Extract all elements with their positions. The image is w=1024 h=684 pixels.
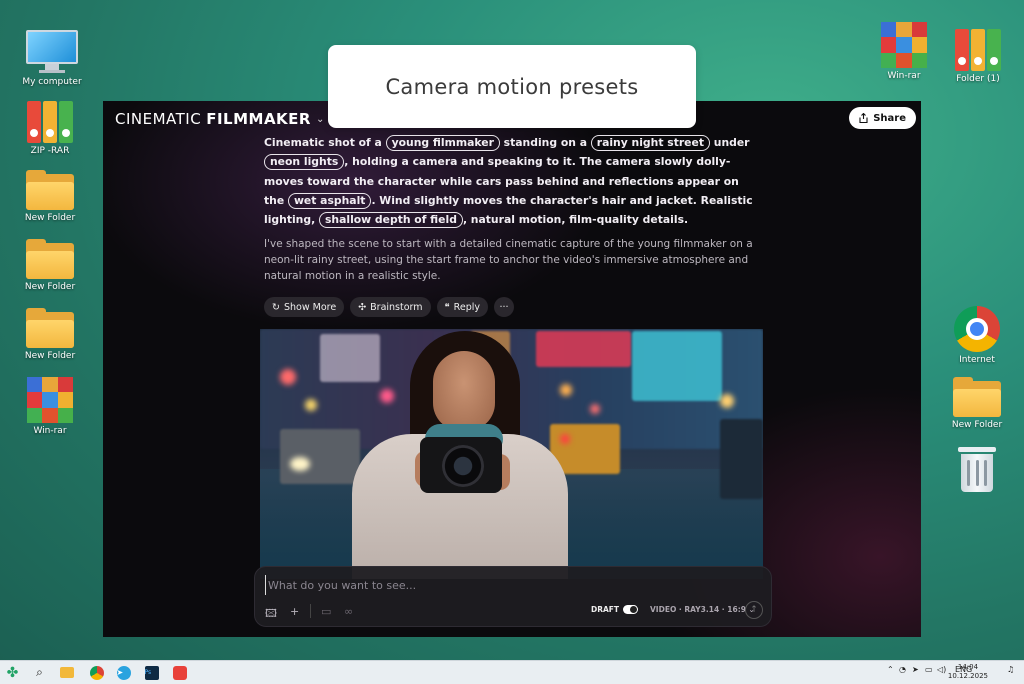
model-label: VIDEO · RAY3.14 · 16:9 <box>650 605 746 614</box>
search-icon[interactable]: ⌕ <box>31 664 48 681</box>
desktop-icon-folder-1[interactable]: Folder (1) <box>943 29 1013 84</box>
start-icon[interactable]: ✤ <box>4 664 21 681</box>
generated-frame-image[interactable] <box>260 329 763 579</box>
more-icon: ··· <box>499 301 509 313</box>
desktop-icon-win-rar-right[interactable]: Win-rar <box>869 22 939 81</box>
quote-icon: ❝ <box>444 301 450 313</box>
reply-label: Reply <box>453 301 480 313</box>
tray-network-icon[interactable]: ◔ <box>899 665 906 674</box>
tray-wifi-icon[interactable]: ▭ <box>925 665 933 674</box>
prompt-segment: , natural motion, film-quality details. <box>462 213 689 227</box>
monitor-icon <box>26 30 78 74</box>
clock-time: 14:04 <box>957 663 979 671</box>
desktop-icon-new-folder-right[interactable]: New Folder <box>942 377 1012 430</box>
desktop-icon-label: New Folder <box>24 351 76 361</box>
brand-menu[interactable]: CINEMATIC FILMMAKER ⌄ <box>115 110 325 128</box>
folder-icon <box>953 377 1001 417</box>
callout-title: Camera motion presets <box>385 74 639 99</box>
desktop-icon-new-folder-1[interactable]: New Folder <box>15 170 85 223</box>
folder-icon <box>26 239 74 279</box>
telegram-icon[interactable]: ➤ <box>115 664 132 681</box>
show-more-button[interactable]: ↻ Show More <box>264 297 345 317</box>
desktop-icon-new-folder-2[interactable]: New Folder <box>15 239 85 292</box>
desktop-icon-label: New Folder <box>24 282 76 292</box>
send-button[interactable]: ↑ <box>745 601 763 619</box>
reply-button[interactable]: ❝ Reply <box>436 297 488 317</box>
prompt-chip-young-filmmaker[interactable]: young filmmaker <box>385 135 500 151</box>
desktop-icon-internet[interactable]: Internet <box>942 306 1012 365</box>
prompt-text: Cinematic shot of a young filmmaker stan… <box>264 133 760 229</box>
more-options-button[interactable]: ··· <box>493 297 514 317</box>
show-more-label: Show More <box>283 301 337 313</box>
brainstorm-button[interactable]: ✣ Brainstorm <box>350 297 431 317</box>
trash-icon <box>958 447 996 493</box>
app-window: CINEMATIC FILMMAKER ⌄ Share Cinematic sho… <box>103 101 921 637</box>
prompt-chip-wet-asphalt[interactable]: wet asphalt <box>287 192 372 209</box>
arrow-up-icon: ↑ <box>750 605 758 615</box>
chrome-taskbar-icon[interactable] <box>88 664 105 681</box>
chevron-down-icon: ⌄ <box>315 113 325 125</box>
desktop-icon-my-computer[interactable]: My computer <box>17 30 87 87</box>
feature-callout: Camera motion presets <box>328 45 696 128</box>
winrar-icon <box>881 22 927 68</box>
draft-toggle[interactable]: DRAFT <box>591 605 639 614</box>
desktop-icon-label: Win-rar <box>887 71 921 81</box>
toggle-switch <box>623 605 639 614</box>
camera-in-image <box>420 437 502 493</box>
folder-icon <box>26 308 74 348</box>
plus-icon[interactable]: + <box>290 605 299 618</box>
share-button[interactable]: Share <box>849 107 916 129</box>
desktop-icon-recycle-bin[interactable] <box>942 447 1012 493</box>
draft-label: DRAFT <box>591 605 620 614</box>
image-upload-icon[interactable]: 🖾 <box>265 605 277 624</box>
desktop-icon-label: My computer <box>22 77 82 87</box>
pdf-app-icon[interactable] <box>171 664 188 681</box>
taskbar: ✤ ⌕ ➤ Ps ⌃ ◔ ➤ ▭ ◁) ENG 14:04 10.12.2025… <box>0 660 1024 684</box>
chrome-icon <box>954 306 1000 352</box>
message-actions: ↻ Show More ✣ Brainstorm ❝ Reply ··· <box>264 297 514 317</box>
archive-binder-icon <box>26 101 74 143</box>
system-clock[interactable]: 14:04 10.12.2025 <box>948 663 988 681</box>
brainstorm-label: Brainstorm <box>370 301 423 313</box>
winrar-icon <box>27 377 73 423</box>
share-label: Share <box>873 112 906 124</box>
loop-icon[interactable]: ∞ <box>344 605 353 618</box>
prompt-input[interactable] <box>265 575 750 595</box>
desktop-icon-label: Internet <box>959 355 995 365</box>
desktop-icon-label: New Folder <box>24 213 76 223</box>
desktop-icon-label: Win-rar <box>33 426 67 436</box>
prompt-chip-rainy-night-street[interactable]: rainy night street <box>590 135 710 151</box>
desktop-icon-new-folder-3[interactable]: New Folder <box>15 308 85 361</box>
desktop-icon-label: New Folder <box>951 420 1003 430</box>
brand-light: CINEMATIC <box>115 110 202 128</box>
sparkle-icon: ✣ <box>358 301 367 313</box>
prompt-segment: under <box>710 136 750 149</box>
share-icon <box>859 113 868 123</box>
desktop-icon-zip-rar[interactable]: ZIP -RAR <box>15 101 85 156</box>
prompt-chip-shallow-depth-of-field[interactable]: shallow depth of field <box>318 212 463 229</box>
prompt-chip-neon-lights[interactable]: neon lights <box>264 154 345 171</box>
refresh-icon: ↻ <box>272 301 280 313</box>
tray-volume-icon[interactable]: ◁) <box>937 665 946 674</box>
prompt-segment: standing on a <box>499 136 591 149</box>
folder-icon <box>26 170 74 210</box>
archive-binder-icon <box>954 29 1002 71</box>
brand-bold: FILMMAKER <box>206 110 311 128</box>
file-explorer-icon[interactable] <box>58 664 75 681</box>
tray-chevron-up-icon[interactable]: ⌃ <box>887 665 894 674</box>
model-selector[interactable]: VIDEO · RAY3.14 · 16:9 ⌄ <box>650 605 755 614</box>
desktop-icon-label: Folder (1) <box>956 74 1000 84</box>
photoshop-icon[interactable]: Ps <box>143 664 160 681</box>
notification-bell-icon[interactable]: ♫ <box>1007 665 1014 674</box>
desktop-icon-label: ZIP -RAR <box>30 146 70 156</box>
assistant-reply: I've shaped the scene to start with a de… <box>264 238 753 282</box>
desktop-icon-win-rar-left[interactable]: Win-rar <box>15 377 85 436</box>
video-camera-icon[interactable]: ▭ <box>321 605 331 618</box>
clock-date: 10.12.2025 <box>947 672 988 680</box>
prompt-composer: 🖾 + ▭ ∞ DRAFT VIDEO · RAY3.14 · 16:9 ⌄ ↑ <box>254 566 772 627</box>
tray-telegram-icon[interactable]: ➤ <box>912 665 919 674</box>
prompt-segment: Cinematic shot of a <box>264 136 386 149</box>
